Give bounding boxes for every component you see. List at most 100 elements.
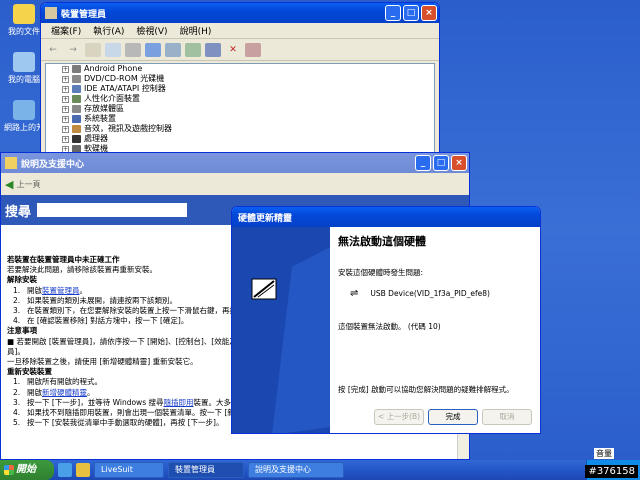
- folder-icon: [13, 4, 35, 24]
- hardware-wizard-icon: [232, 227, 330, 433]
- problem-intro: 安裝這個硬體時發生問題:: [338, 268, 424, 277]
- step-text: 。: [87, 387, 95, 397]
- error-message: 這個裝置無法啟動。 (代碼 10): [338, 322, 441, 331]
- back-button[interactable]: < 上一步(B): [374, 409, 424, 425]
- desktop-icon-label: 我的文件: [8, 27, 40, 36]
- window-title: 裝置管理員: [61, 9, 107, 20]
- device-manager-icon: [45, 7, 57, 19]
- back-arrow-icon[interactable]: ◀: [5, 178, 13, 191]
- desktop-icon-label: 我的電腦: [8, 75, 40, 84]
- menu-view[interactable]: 檢視(V): [130, 24, 173, 37]
- help-link[interactable]: 新增硬體精靈: [42, 388, 87, 397]
- step-text: 如果裝置的類別未展開，請連按兩下該類別。: [27, 295, 177, 305]
- maximize-icon[interactable]: □: [403, 5, 419, 21]
- expand-icon[interactable]: +: [62, 85, 69, 93]
- expand-icon[interactable]: +: [62, 65, 69, 73]
- help-link[interactable]: 裝置管理員: [42, 286, 80, 295]
- step-text: 。: [79, 285, 88, 295]
- help-center-icon: [5, 157, 17, 169]
- finish-hint: 按 [完成] 啟動可以協助您解決問題的疑難排解程式。: [338, 385, 514, 394]
- maximize-icon[interactable]: □: [433, 155, 449, 171]
- disable-device-icon[interactable]: [245, 42, 261, 57]
- volume-tooltip: 音量: [594, 448, 614, 459]
- step-text: 開啟: [27, 387, 42, 397]
- device-tree-item[interactable]: + 存放媒體區: [46, 104, 434, 114]
- step-number: 3.: [13, 397, 21, 407]
- start-button[interactable]: 開始: [0, 460, 54, 480]
- update-driver-icon[interactable]: [205, 42, 221, 57]
- ie-icon[interactable]: [58, 463, 72, 477]
- device-icon: [72, 135, 81, 143]
- menu-help[interactable]: 說明(H): [174, 24, 218, 37]
- tree-view-icon[interactable]: [105, 42, 121, 57]
- taskbar: 開始 LiveSuit 裝置管理員 說明及支援中心: [0, 460, 640, 480]
- help-link[interactable]: 隨插即用: [163, 398, 193, 407]
- device-icon: [72, 115, 81, 123]
- step-number: 4.: [13, 316, 21, 326]
- window-title: 硬體更新精靈: [238, 213, 293, 224]
- device-label: 音效，視訊及遊戲控制器: [84, 124, 172, 133]
- device-icon[interactable]: [165, 42, 181, 57]
- wizard-titlebar[interactable]: 硬體更新精靈: [232, 207, 540, 227]
- hardware-update-wizard: 硬體更新精靈 無法啟動這個硬體 安裝這個硬體時發生問題: ⇌ USB Devic…: [231, 206, 541, 434]
- device-icon: [72, 95, 81, 103]
- expand-icon[interactable]: +: [62, 75, 69, 83]
- task-livesuit[interactable]: LiveSuit: [94, 462, 164, 478]
- task-device-manager[interactable]: 裝置管理員: [168, 462, 244, 478]
- minimize-icon[interactable]: _: [415, 155, 431, 171]
- desktop-icon-label: 網路上的芳: [4, 123, 44, 132]
- device-icon: [72, 105, 81, 113]
- step-number: 3.: [13, 306, 21, 316]
- device-tree-item[interactable]: + 音效，視訊及遊戲控制器: [46, 124, 434, 134]
- task-help-center[interactable]: 說明及支援中心: [248, 462, 344, 478]
- device-tree-item[interactable]: + 處理器: [46, 134, 434, 144]
- folder-icon[interactable]: [76, 463, 90, 477]
- properties-icon[interactable]: [85, 42, 101, 57]
- minimize-icon[interactable]: _: [385, 5, 401, 21]
- step-number: 4.: [13, 408, 21, 418]
- uninstall-icon[interactable]: ✕: [225, 43, 241, 57]
- device-manager-titlebar[interactable]: 裝置管理員 _ □ ×: [41, 3, 439, 23]
- window-title: 說明及支援中心: [21, 159, 85, 170]
- device-tree-item[interactable]: + Android Phone: [46, 64, 434, 74]
- step-text: 按一下 [下一步]，並等待 Windows 搜尋: [27, 397, 164, 407]
- device-tree-item[interactable]: + 系統裝置: [46, 114, 434, 124]
- expand-icon[interactable]: +: [62, 105, 69, 113]
- menu-action[interactable]: 執行(A): [87, 24, 130, 37]
- step-number: 1.: [13, 285, 21, 295]
- expand-icon[interactable]: +: [62, 95, 69, 103]
- device-tree-item[interactable]: + IDE ATA/ATAPI 控制器: [46, 84, 434, 94]
- computer-icon: [13, 52, 35, 72]
- expand-icon[interactable]: +: [62, 115, 69, 123]
- back-arrow-icon[interactable]: ←: [45, 43, 61, 57]
- wizard-content: 無法啟動這個硬體 安裝這個硬體時發生問題: ⇌ USB Device(VID_1…: [330, 227, 540, 433]
- device-tree-item[interactable]: + DVD/CD-ROM 光碟機: [46, 74, 434, 84]
- expand-icon[interactable]: +: [62, 135, 69, 143]
- print-icon[interactable]: [125, 42, 141, 57]
- device-icon: [72, 85, 81, 93]
- forward-arrow-icon[interactable]: →: [65, 43, 81, 57]
- step-number: 2.: [13, 387, 21, 397]
- device-label: 系統裝置: [84, 114, 116, 123]
- scan-hardware-icon[interactable]: [185, 42, 201, 57]
- expand-icon[interactable]: +: [62, 125, 69, 133]
- help-center-titlebar[interactable]: 說明及支援中心 _ □ ×: [1, 153, 469, 173]
- image-id-label: #376158: [585, 465, 638, 478]
- step-text: 按一下 [安裝我從清單中手動選取的硬體]，再按 [下一步]。: [27, 418, 224, 428]
- device-icon: [72, 75, 81, 83]
- finish-button[interactable]: 完成: [428, 409, 478, 425]
- wizard-button-row: < 上一步(B) 完成 取消: [374, 409, 532, 425]
- close-icon[interactable]: ×: [421, 5, 437, 21]
- device-label: 處理器: [84, 134, 108, 143]
- close-icon[interactable]: ×: [451, 155, 467, 171]
- step-number: 2.: [13, 295, 21, 305]
- help-icon[interactable]: [145, 42, 161, 57]
- cancel-button[interactable]: 取消: [482, 409, 532, 425]
- menu-file[interactable]: 檔案(F): [45, 24, 87, 37]
- toolbar: ← → ✕: [41, 39, 439, 61]
- device-tree-item[interactable]: + 人性化介面裝置: [46, 94, 434, 104]
- device-label: DVD/CD-ROM 光碟機: [84, 74, 165, 83]
- search-input[interactable]: [37, 203, 188, 217]
- search-label: 搜尋: [5, 204, 32, 220]
- back-button[interactable]: 上一頁: [16, 179, 40, 190]
